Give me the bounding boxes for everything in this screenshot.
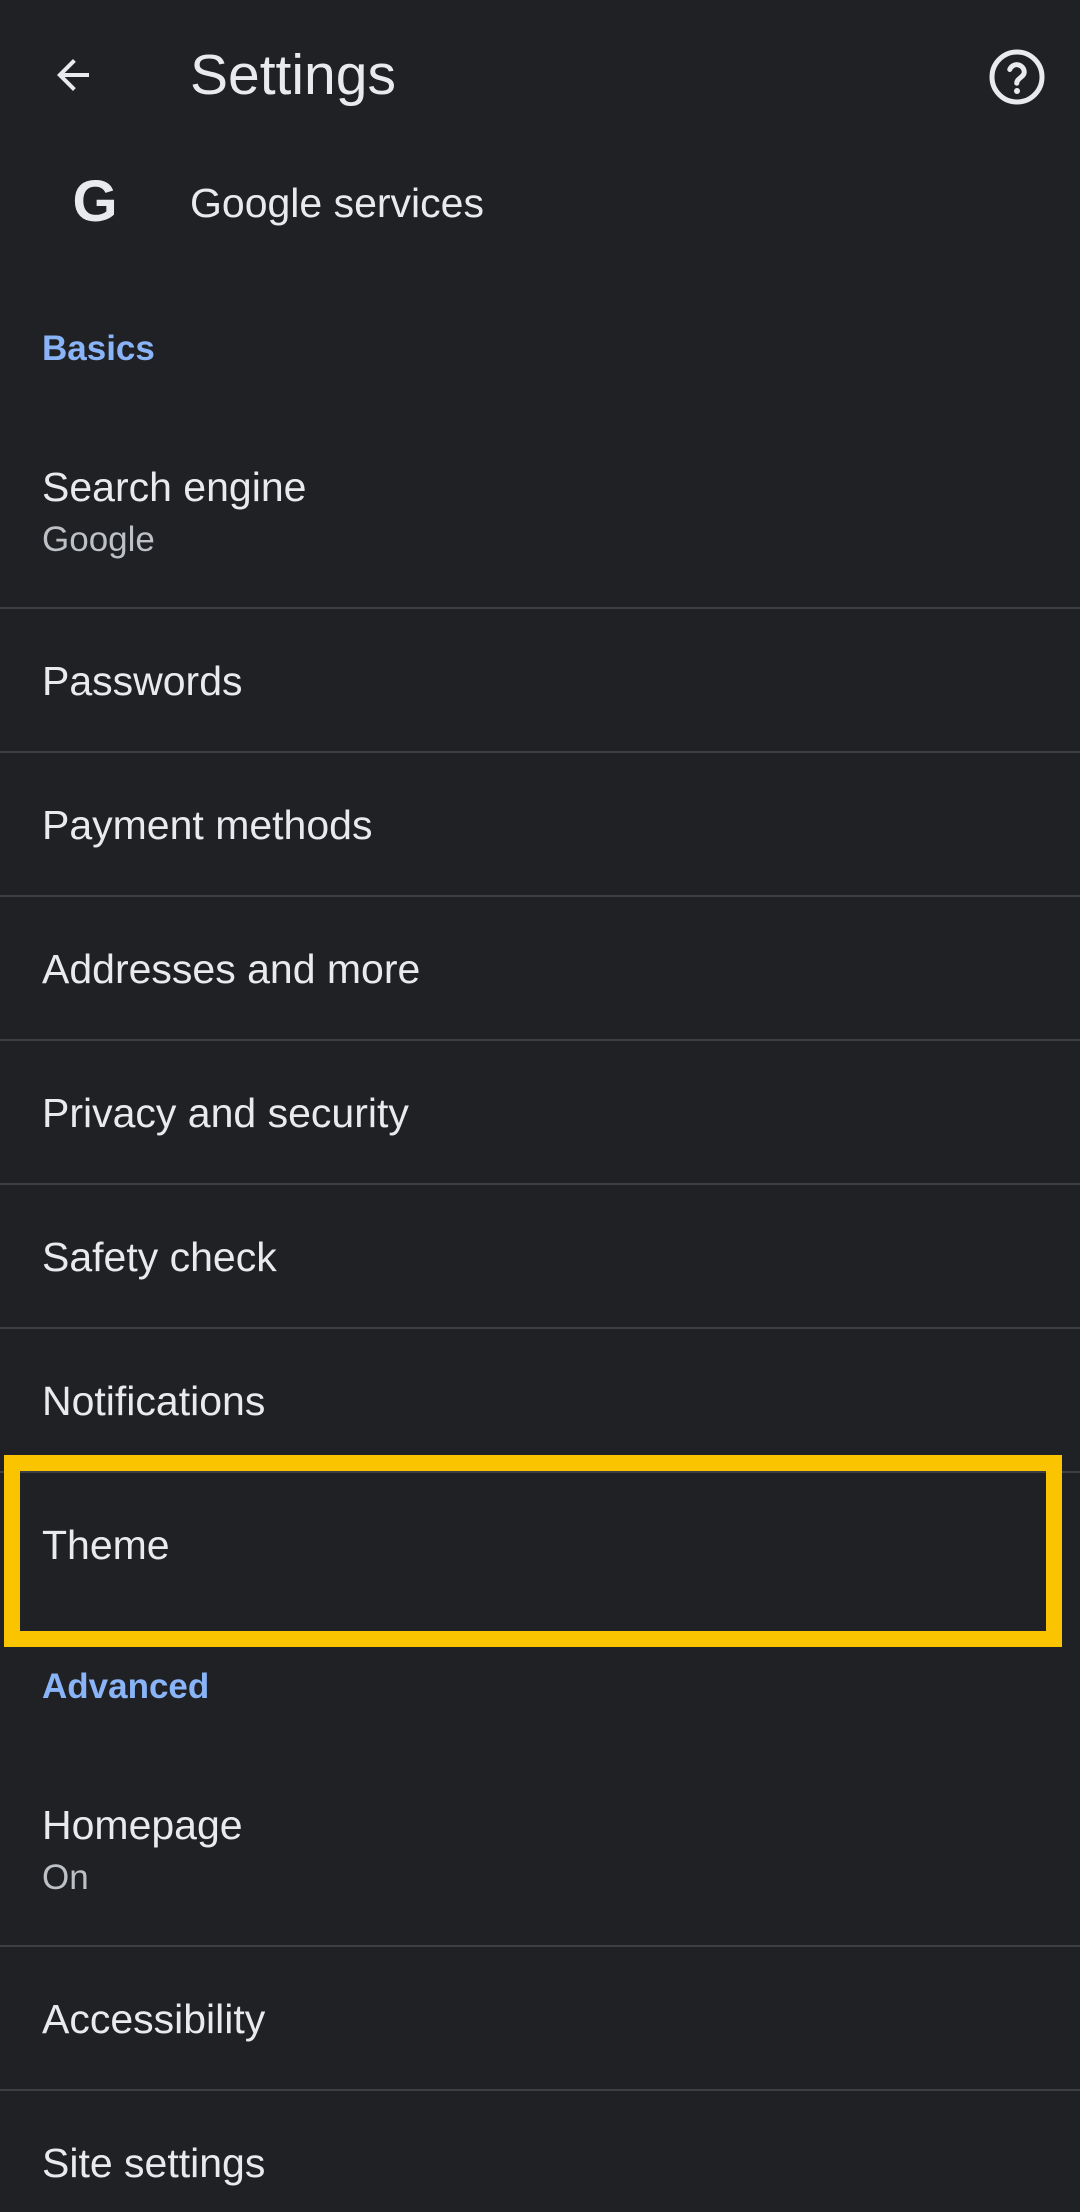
item-title: Addresses and more — [42, 946, 421, 992]
settings-item-addresses[interactable]: Addresses and more — [0, 897, 1080, 1041]
back-button[interactable] — [38, 40, 108, 110]
item-title: Safety check — [42, 1234, 277, 1280]
item-title: Site settings — [42, 2140, 266, 2186]
google-g-icon: G — [72, 169, 118, 234]
help-button[interactable] — [980, 40, 1054, 114]
section-header-advanced: Advanced — [42, 1667, 210, 1706]
item-title: Accessibility — [42, 1996, 266, 2042]
item-title: Privacy and security — [42, 1090, 409, 1136]
item-title: Notifications — [42, 1378, 266, 1424]
settings-item-homepage[interactable]: Homepage On — [0, 1770, 1080, 1947]
settings-item-accessibility[interactable]: Accessibility — [0, 1947, 1080, 2091]
item-subtitle: On — [42, 1858, 89, 1897]
settings-item-payment-methods[interactable]: Payment methods — [0, 753, 1080, 897]
item-title: Search engine — [42, 464, 307, 510]
help-circle-icon — [989, 49, 1045, 105]
item-title: Homepage — [42, 1802, 243, 1848]
arrow-back-icon — [57, 59, 89, 91]
page-title: Settings — [190, 43, 396, 107]
settings-item-safety-check[interactable]: Safety check — [0, 1185, 1080, 1329]
item-title: Theme — [42, 1522, 170, 1568]
section-header-basics: Basics — [42, 329, 155, 368]
item-subtitle: Google — [42, 520, 155, 559]
app-bar: Settings — [0, 0, 1080, 150]
settings-item-search-engine[interactable]: Search engine Google — [0, 432, 1080, 609]
settings-item-site-settings[interactable]: Site settings — [0, 2091, 1080, 2212]
settings-item-privacy-security[interactable]: Privacy and security — [0, 1041, 1080, 1185]
item-title: Payment methods — [42, 802, 373, 848]
google-services-item[interactable]: G Google services — [0, 150, 1080, 260]
settings-item-passwords[interactable]: Passwords — [0, 609, 1080, 753]
settings-item-theme[interactable]: Theme — [0, 1473, 1080, 1617]
item-title: Passwords — [42, 658, 243, 704]
settings-item-notifications[interactable]: Notifications — [0, 1329, 1080, 1473]
google-services-label: Google services — [190, 180, 484, 226]
